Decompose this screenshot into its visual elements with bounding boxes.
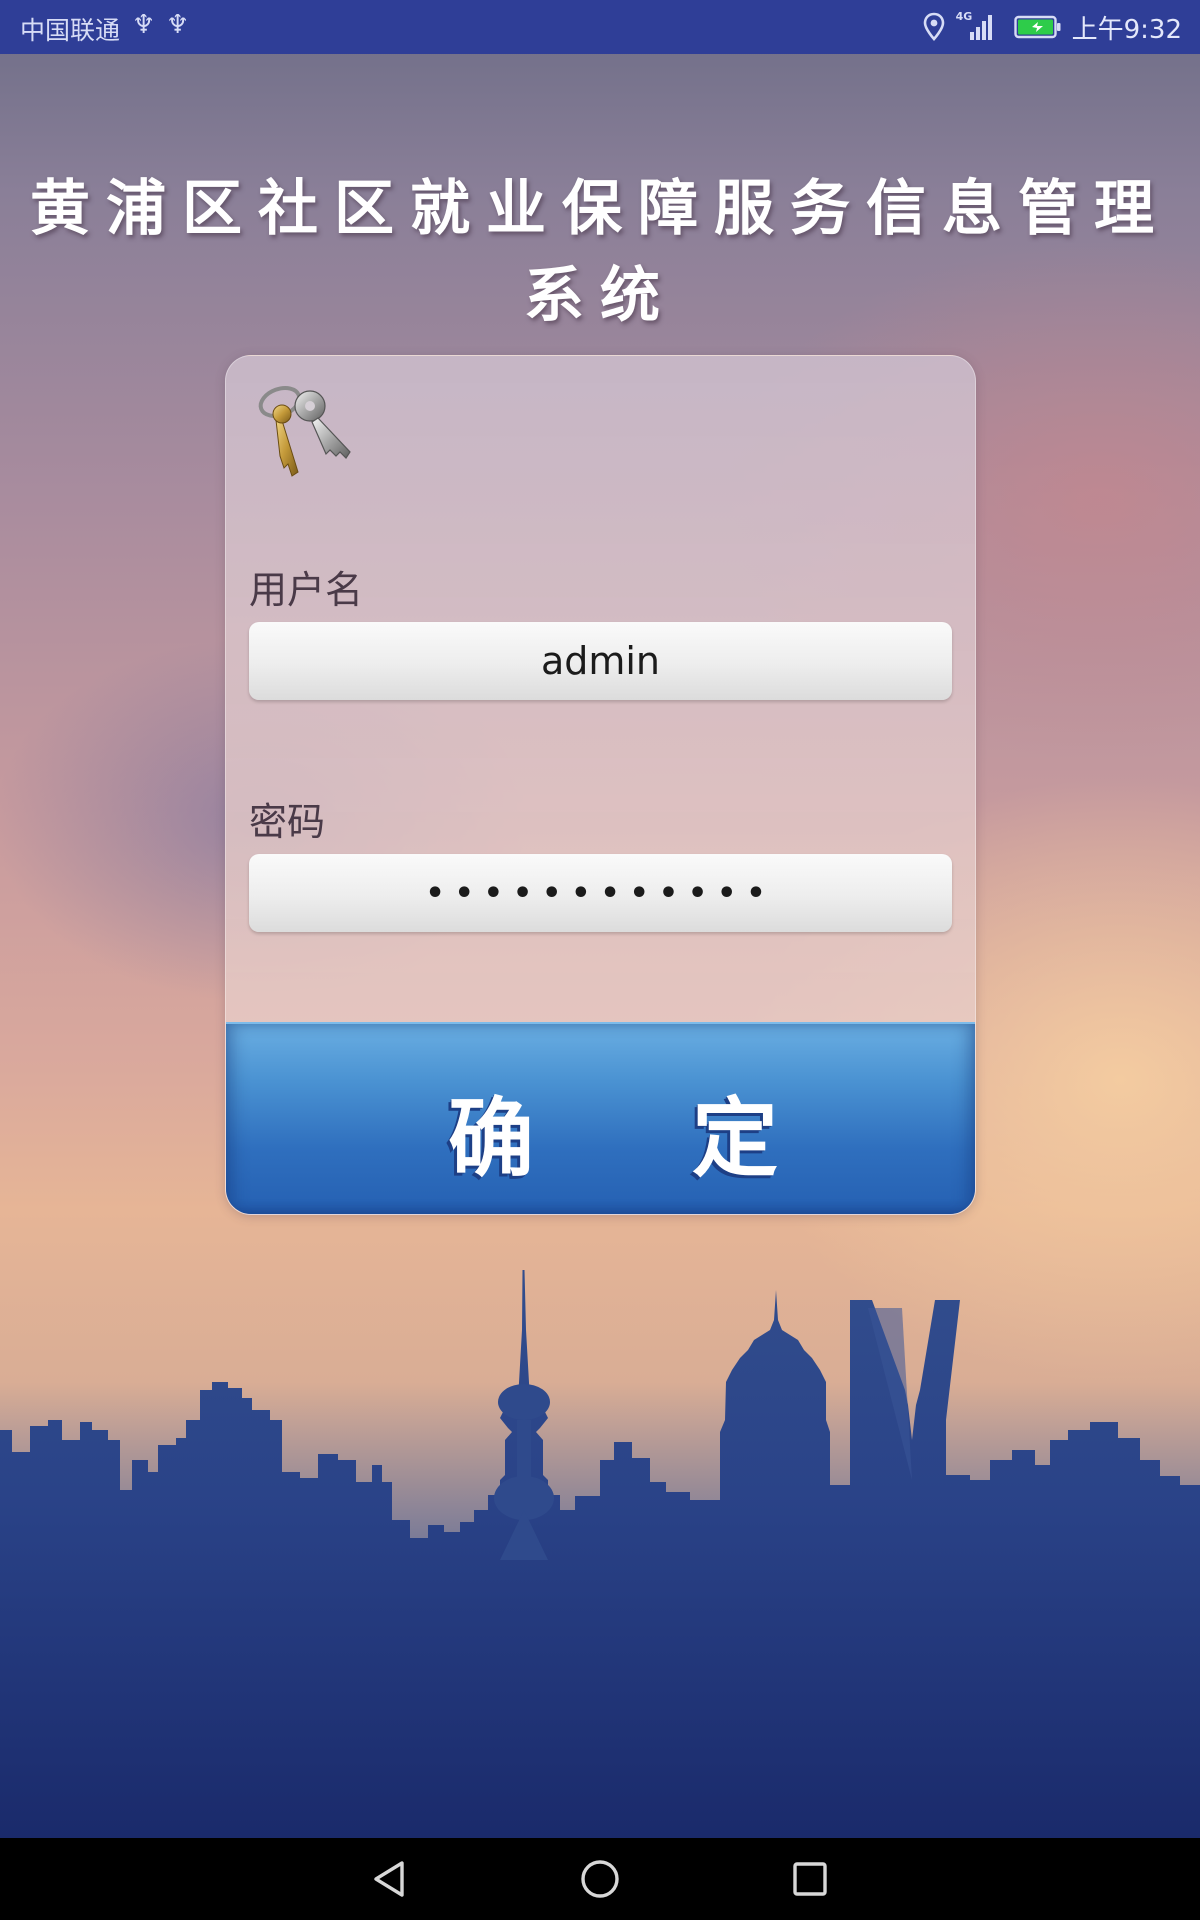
recents-icon[interactable] bbox=[788, 1857, 832, 1901]
confirm-button[interactable]: 确 定 bbox=[226, 1022, 975, 1214]
app-title: 黄浦区社区就业保障服务信息管理系统 bbox=[30, 174, 1170, 331]
keys-icon bbox=[258, 385, 351, 477]
login-card: 用户名 admin 密码 •••••••••••• 确 定 bbox=[225, 355, 976, 1215]
password-masked-value: •••••••••••• bbox=[425, 875, 776, 911]
location-icon bbox=[923, 12, 944, 41]
back-icon[interactable] bbox=[368, 1857, 412, 1901]
skyline-illustration bbox=[0, 1270, 1200, 1840]
navigation-bar bbox=[0, 1838, 1200, 1920]
battery-icon bbox=[1013, 15, 1061, 39]
status-time: 上午9:32 bbox=[1071, 14, 1182, 45]
password-input[interactable]: •••••••••••• bbox=[249, 854, 952, 932]
usb-icon: ♆ bbox=[132, 10, 156, 40]
username-label: 用户名 bbox=[249, 568, 364, 612]
confirm-button-char-1: 确 bbox=[448, 1088, 534, 1189]
signal-icon: 4G bbox=[956, 10, 996, 42]
status-bar: 中国联通 ♆ ♆ 4G 上午9:32 bbox=[0, 0, 1200, 54]
confirm-button-char-2: 定 bbox=[692, 1088, 778, 1189]
home-icon[interactable] bbox=[578, 1857, 622, 1901]
username-input[interactable]: admin bbox=[249, 622, 952, 700]
usb-icon: ♆ bbox=[166, 10, 190, 40]
password-label: 密码 bbox=[249, 800, 326, 844]
carrier-name: 中国联通 bbox=[20, 16, 121, 45]
